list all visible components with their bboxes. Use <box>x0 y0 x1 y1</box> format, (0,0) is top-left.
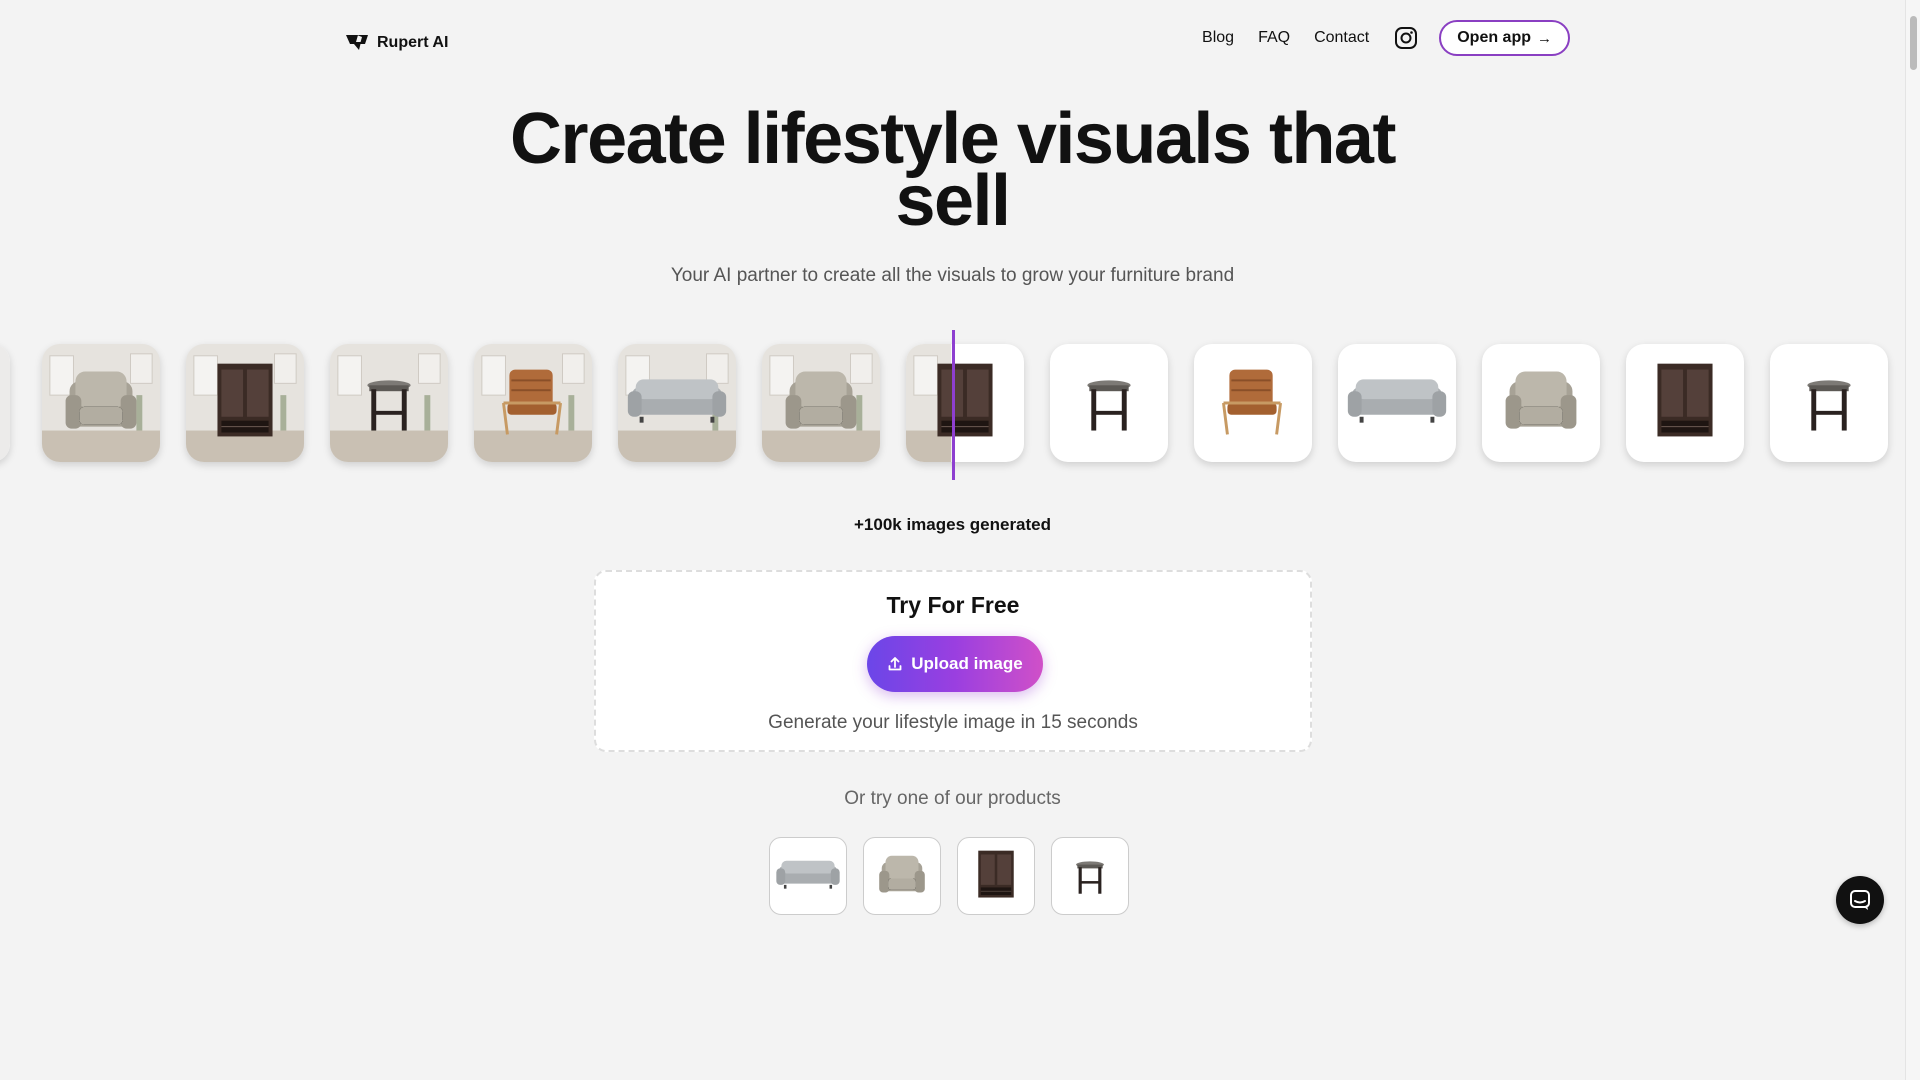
carousel-thumb <box>186 344 304 462</box>
instagram-icon[interactable] <box>1393 25 1419 51</box>
brand-name: Rupert AI <box>377 34 449 51</box>
sample-product-recliner[interactable] <box>863 837 941 915</box>
sofa-image <box>1347 379 1447 423</box>
carousel-thumb <box>474 344 592 462</box>
upload-icon <box>888 657 902 671</box>
side-table-image <box>1076 861 1104 894</box>
sample-products <box>769 837 1129 915</box>
carousel-thumb <box>42 344 160 462</box>
recliner-image <box>42 344 160 462</box>
images-generated-count: +100k images generated <box>853 515 1052 534</box>
open-app-button[interactable]: Open app → <box>1439 20 1570 56</box>
carousel-thumb <box>1770 344 1888 462</box>
page-scrollbar[interactable] <box>1905 0 1920 1080</box>
carousel-thumb-partial <box>0 344 10 462</box>
sample-product-side-table[interactable] <box>1051 837 1129 915</box>
carousel-thumb <box>330 344 448 462</box>
side-table-image <box>1807 380 1851 431</box>
nav-blog-link[interactable]: Blog <box>1202 29 1234 47</box>
side-table-image <box>330 344 448 462</box>
carousel-thumb <box>618 344 736 462</box>
carousel-thumb <box>1050 344 1168 462</box>
recliner-image <box>1505 371 1577 429</box>
carousel-thumb <box>1482 344 1600 462</box>
scrollbar-thumb[interactable] <box>1910 16 1917 70</box>
sofa-image <box>618 344 736 462</box>
upload-image-label: Upload image <box>911 654 1023 673</box>
sample-product-cabinet[interactable] <box>957 837 1035 915</box>
nav-faq-link[interactable]: FAQ <box>1258 29 1290 47</box>
sample-product-sofa[interactable] <box>769 837 847 915</box>
landing-page: Rupert AI Blog FAQ Contact Open app → Cr… <box>0 0 1920 1080</box>
side-table-image <box>1087 380 1131 431</box>
brand-logo-icon <box>346 35 368 50</box>
nav-contact-link[interactable]: Contact <box>1314 29 1369 47</box>
recliner-image <box>762 344 880 462</box>
cabinet-image <box>906 344 993 462</box>
brand-logo-link[interactable]: Rupert AI <box>345 33 448 53</box>
leather-chair-image <box>474 344 592 462</box>
carousel-thumb <box>762 344 880 462</box>
upload-image-button[interactable]: Upload image <box>867 636 1043 692</box>
cabinet-image <box>978 850 1014 898</box>
hero-title: Create lifestyle visuals that sell <box>510 99 1396 241</box>
open-app-label: Open app <box>1457 29 1531 46</box>
carousel-thumb <box>906 344 1024 462</box>
try-title: Try For Free <box>886 592 1020 618</box>
main-nav: Blog FAQ Contact Open app → <box>1202 20 1570 56</box>
carousel-thumb <box>1626 344 1744 462</box>
chat-icon <box>1850 890 1870 910</box>
before-after-divider[interactable] <box>952 330 955 480</box>
cabinet-image <box>1657 363 1713 437</box>
cabinet-image <box>186 344 304 462</box>
carousel-thumb <box>1338 344 1456 462</box>
recliner-image <box>879 855 925 893</box>
leather-chair-image <box>1222 369 1282 435</box>
site-header: Rupert AI Blog FAQ Contact Open app → <box>345 18 1570 58</box>
sofa-image <box>776 860 840 889</box>
try-caption: Generate your lifestyle image in 15 seco… <box>768 712 1138 733</box>
chat-launcher-button[interactable] <box>1836 876 1884 924</box>
carousel-thumb <box>1194 344 1312 462</box>
hero-subtitle: Your AI partner to create all the visual… <box>670 265 1235 286</box>
upload-dropzone[interactable]: Try For Free Upload image Generate your … <box>594 570 1312 752</box>
sample-products-heading: Or try one of our products <box>844 788 1061 809</box>
arrow-right-icon: → <box>1537 29 1552 47</box>
